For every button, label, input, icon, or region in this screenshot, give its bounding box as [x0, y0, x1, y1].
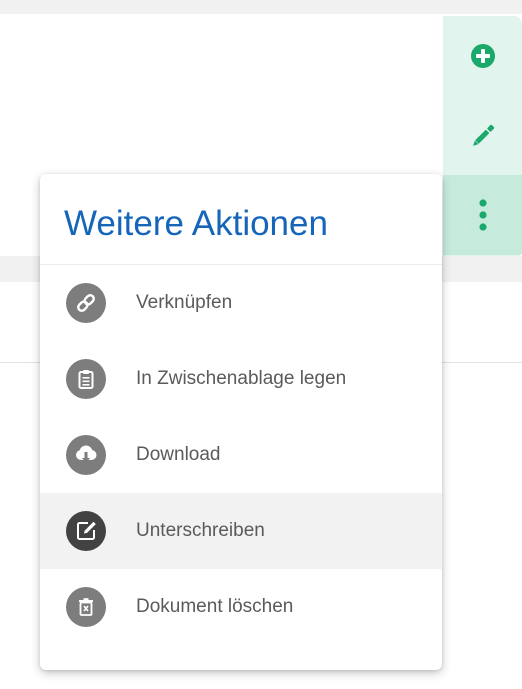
menu-item-delete[interactable]: Dokument löschen [40, 569, 442, 645]
add-button[interactable] [443, 16, 522, 96]
menu-item-label: Download [136, 444, 221, 465]
menu-item-clipboard[interactable]: In Zwischenablage legen [40, 341, 442, 417]
top-strip [0, 0, 522, 14]
menu-title: Weitere Aktionen [64, 204, 328, 243]
more-vertical-icon [478, 199, 487, 231]
menu-list: Verknüpfen In Zwischenablage legen Downl… [40, 265, 442, 645]
menu-item-label: In Zwischenablage legen [136, 368, 347, 389]
pencil-icon [472, 124, 494, 146]
more-actions-button[interactable] [443, 175, 522, 255]
menu-item-label: Unterschreiben [136, 520, 265, 541]
menu-item-download[interactable]: Download [40, 417, 442, 493]
edit-button[interactable] [443, 96, 522, 176]
action-rail [443, 16, 522, 256]
menu-item-sign[interactable]: Unterschreiben [40, 493, 442, 569]
trash-icon [66, 587, 106, 627]
menu-item-label: Verknüpfen [136, 292, 233, 313]
cloud-download-icon [66, 435, 106, 475]
sign-icon [66, 511, 106, 551]
link-icon [66, 283, 106, 323]
menu-item-label: Dokument löschen [136, 596, 294, 617]
plus-circle-icon [470, 44, 495, 68]
menu-item-link[interactable]: Verknüpfen [40, 265, 442, 341]
clipboard-icon [66, 359, 106, 399]
more-actions-menu: Weitere Aktionen Verknüpfen In Zwischena… [40, 174, 442, 670]
